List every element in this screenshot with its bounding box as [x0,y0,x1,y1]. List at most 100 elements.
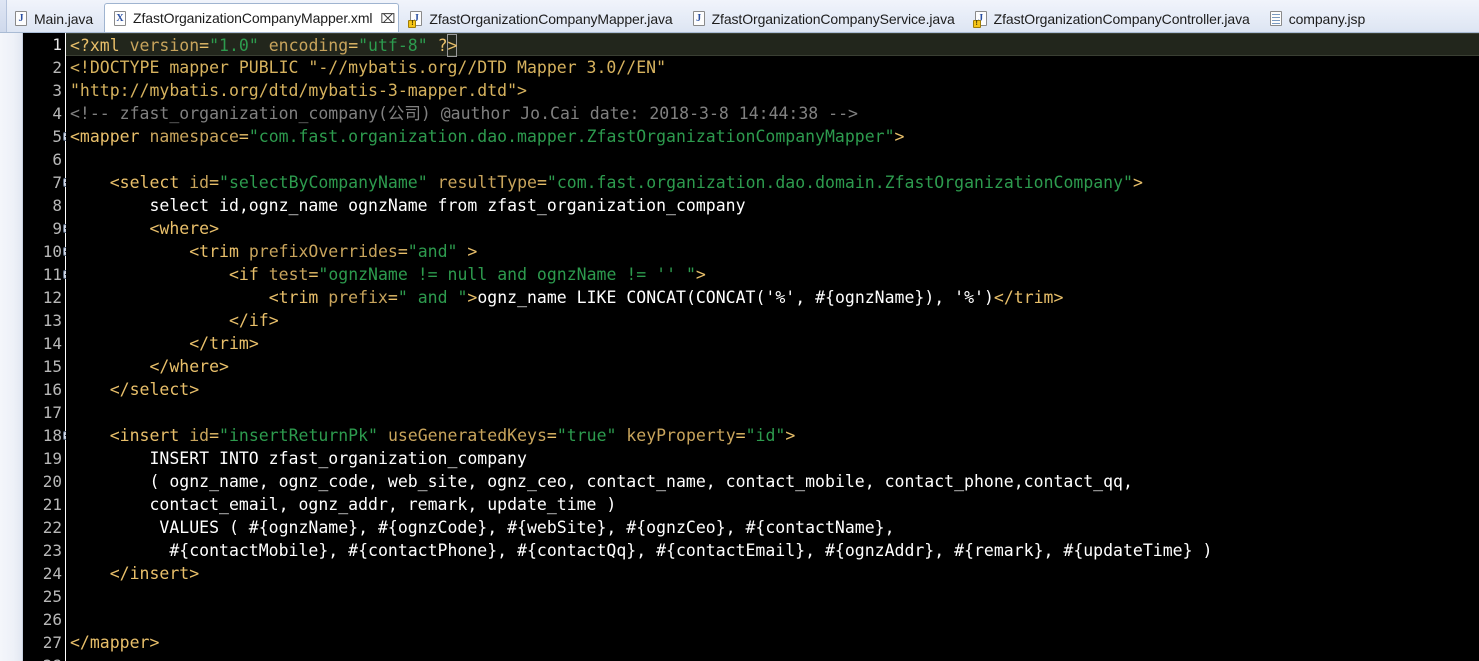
line-number[interactable]: 16 [23,378,65,401]
line-number[interactable]: 12 [23,286,65,309]
editor-tab-company-jsp[interactable]: company.jsp [1261,5,1374,32]
line-number[interactable]: 17 [23,401,65,424]
java-file-icon: J [14,10,29,27]
code-line[interactable]: "http://mybatis.org/dtd/mybatis-3-mapper… [66,79,1479,102]
line-number[interactable]: 27 [23,631,65,654]
code-line[interactable]: <trim prefix=" and ">ognz_name LIKE CONC… [66,286,1479,309]
line-number[interactable]: 23 [23,539,65,562]
line-number-label: 8 [52,196,62,215]
line-number-label: 4 [52,104,62,123]
line-number[interactable]: 1 [23,33,65,56]
code-line[interactable] [66,585,1479,608]
code-line[interactable]: </where> [66,355,1479,378]
warning-badge-icon: ! [972,20,981,28]
code-line[interactable]: ( ognz_name, ognz_code, web_site, ognz_c… [66,470,1479,493]
jsp-file-icon [1269,10,1284,27]
code-line[interactable] [66,401,1479,424]
code-line[interactable]: <trim prefixOverrides="and" > [66,240,1479,263]
line-number[interactable]: 21 [23,493,65,516]
code-line[interactable]: #{contactMobile}, #{contactPhone}, #{con… [66,539,1479,562]
java-file-icon: J! [972,10,989,28]
line-number-label: 28 [43,656,62,661]
line-number-label: 7 [52,173,62,192]
code-line[interactable]: <insert id="insertReturnPk" useGenerated… [66,424,1479,447]
line-number[interactable]: 13 [23,309,65,332]
code-line[interactable]: </select> [66,378,1479,401]
editor-tab-label: company.jsp [1288,10,1366,27]
line-number-label: 9 [52,219,62,238]
line-number-label: 1 [52,35,62,54]
line-number[interactable]: 15 [23,355,65,378]
line-number[interactable]: 26 [23,608,65,631]
editor-tab-label: ZfastOrganizationCompanyController.java [993,10,1250,27]
code-line[interactable] [66,148,1479,171]
line-number[interactable]: 28 [23,654,65,661]
line-number[interactable]: 8 [23,194,65,217]
xml-file-icon: X [113,10,128,27]
line-number[interactable]: 14 [23,332,65,355]
line-number[interactable]: 3 [23,79,65,102]
code-line[interactable]: <!-- zfast_organization_company(公司) @aut… [66,102,1479,125]
editor-tab-zfastorganizationcompanymapper-xml[interactable]: X ZfastOrganizationCompanyMapper.xml ⌧ [104,3,400,32]
line-number[interactable]: 5 [23,125,74,148]
code-line[interactable]: </insert> [66,562,1479,585]
code-line[interactable] [66,608,1479,631]
line-number-label: 3 [52,81,62,100]
editor-tab-zfastorganizationcompanymapper-java[interactable]: J! ZfastOrganizationCompanyMapper.java [401,5,681,32]
editor-tab-zfastorganizationcompanyservice-java[interactable]: J ZfastOrganizationCompanyService.java [684,5,964,32]
line-number[interactable]: 6 [23,148,65,171]
line-number-label: 25 [42,587,62,606]
editor-tab-zfastorganizationcompanycontroller-java[interactable]: J! ZfastOrganizationCompanyController.jav… [966,5,1259,32]
code-line[interactable]: INSERT INTO zfast_organization_company [66,447,1479,470]
line-number[interactable]: 7 [23,171,74,194]
code-line[interactable]: <mapper namespace="com.fast.organization… [66,125,1479,148]
line-number-label: 19 [42,449,62,468]
line-number-label: 24 [42,564,62,583]
line-number[interactable]: 10 [23,240,74,263]
editor-tab-main-java[interactable]: J Main.java [6,5,102,32]
code-line[interactable]: </trim> [66,332,1479,355]
line-number[interactable]: 4 [23,102,65,125]
line-number[interactable]: 24 [23,562,65,585]
code-line[interactable] [66,654,1479,661]
line-number-label: 27 [42,633,62,652]
line-number-label: 26 [42,610,62,629]
editor-tab-label: ZfastOrganizationCompanyMapper.xml [133,10,373,26]
editor-tab-label: Main.java [34,10,94,27]
code-editor[interactable]: 1 2 3 4 5 6 7 8 9 10 11 12 13 14 15 16 17 18 19 20 21 22 23 24 2… [0,33,1479,661]
editor-left-margin-ruler[interactable] [0,33,23,661]
code-line[interactable]: select id,ognz_name ognzName from zfast_… [66,194,1479,217]
line-number[interactable]: 18 [23,424,74,447]
line-number[interactable]: 9 [23,217,74,240]
line-number[interactable]: 2 [23,56,65,79]
line-number-label: 17 [42,403,62,422]
line-number-label: 14 [42,334,62,353]
line-number[interactable]: 20 [23,470,65,493]
code-line[interactable]: </mapper> [66,631,1479,654]
code-line[interactable]: contact_email, ognz_addr, remark, update… [66,493,1479,516]
code-line[interactable]: <!DOCTYPE mapper PUBLIC "-//mybatis.org/… [66,56,1479,79]
code-line[interactable]: VALUES ( #{ognzName}, #{ognzCode}, #{web… [66,516,1479,539]
line-number[interactable]: 25 [23,585,65,608]
line-number-label: 12 [42,288,62,307]
editor-tab-label: ZfastOrganizationCompanyService.java [711,10,955,27]
code-line[interactable]: <select id="selectByCompanyName" resultT… [66,171,1479,194]
line-number-label: 2 [52,58,62,77]
text-cursor: > [446,34,458,57]
line-number-label: 16 [42,380,62,399]
line-number[interactable]: 22 [23,516,65,539]
line-number-label: 18 [42,426,62,445]
line-number-label: 23 [42,541,62,560]
editor-line-number-gutter[interactable]: 1 2 3 4 5 6 7 8 9 10 11 12 13 14 15 16 17 18 19 20 21 22 23 24 2… [23,33,74,661]
editor-code-area[interactable]: <?xml version="1.0" encoding="utf-8" ?> <… [66,33,1479,661]
line-number[interactable]: 11 [23,263,74,286]
editor-tab-bar: J Main.java X ZfastOrganizationCompanyMappe… [0,0,1479,33]
close-icon[interactable]: ⌧ [380,12,395,25]
code-line[interactable]: </if> [66,309,1479,332]
line-number-label: 10 [42,242,62,261]
code-line[interactable]: <if test="ognzName != null and ognzName … [66,263,1479,286]
code-line[interactable]: <?xml version="1.0" encoding="utf-8" ?> [66,33,1479,57]
warning-badge-icon: ! [408,20,417,28]
line-number[interactable]: 19 [23,447,65,470]
code-line[interactable]: <where> [66,217,1479,240]
